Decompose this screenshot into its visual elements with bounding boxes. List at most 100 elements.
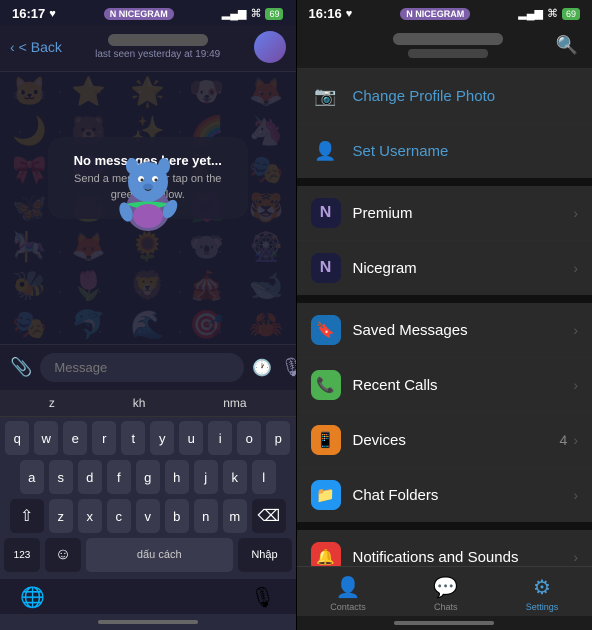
signal-right: ▂▄▆ xyxy=(518,7,543,20)
main-section: 🔖 Saved Messages › 📞 Recent Calls › 📱 De… xyxy=(297,303,592,522)
key-shift[interactable]: ⇧ xyxy=(10,499,44,533)
devices-icon: 📱 xyxy=(311,425,341,455)
key-n[interactable]: n xyxy=(194,499,218,533)
key-backspace[interactable]: ⌫ xyxy=(252,499,286,533)
devices-value: 4 xyxy=(560,432,568,448)
battery-left: 69 xyxy=(265,8,283,20)
key-i[interactable]: i xyxy=(208,421,232,455)
globe-button[interactable]: 🌐 xyxy=(20,585,45,610)
profile-name-bar xyxy=(393,33,503,45)
key-d[interactable]: d xyxy=(78,460,102,494)
time-right: 16:16 xyxy=(309,6,342,21)
settings-label: Settings xyxy=(526,602,559,612)
back-button[interactable]: ‹ < Back xyxy=(10,39,62,55)
key-row-4: 123 ☺ dấu cách Nhập xyxy=(4,538,292,572)
mic-bottom-button[interactable]: 🎙 xyxy=(250,585,275,610)
sticker-button[interactable]: 🕐 xyxy=(252,358,272,378)
key-r[interactable]: r xyxy=(92,421,116,455)
chats-icon: 💬 xyxy=(433,575,458,600)
battery-right: 69 xyxy=(562,8,580,20)
notifications-label: Notifications and Sounds xyxy=(353,549,574,566)
set-username-item[interactable]: 👤 Set Username xyxy=(297,124,592,178)
chats-label: Chats xyxy=(434,602,458,612)
gap-1 xyxy=(297,178,592,186)
gap-3 xyxy=(297,522,592,530)
tab-chats[interactable]: 💬 Chats xyxy=(433,575,458,612)
key-g[interactable]: g xyxy=(136,460,160,494)
recent-calls-item[interactable]: 📞 Recent Calls › xyxy=(297,358,592,413)
settings-scroll[interactable]: 📷 Change Profile Photo 👤 Set Username N … xyxy=(297,69,592,566)
key-c[interactable]: c xyxy=(107,499,131,533)
key-m[interactable]: m xyxy=(223,499,247,533)
key-emoji[interactable]: ☺ xyxy=(45,538,81,572)
key-w[interactable]: w xyxy=(34,421,58,455)
keyboard-suggestions: z kh nma xyxy=(0,390,296,417)
key-j[interactable]: j xyxy=(194,460,218,494)
key-y[interactable]: y xyxy=(150,421,174,455)
key-p[interactable]: p xyxy=(266,421,290,455)
key-z[interactable]: z xyxy=(49,499,73,533)
key-a[interactable]: a xyxy=(20,460,44,494)
tab-settings[interactable]: ⚙ Settings xyxy=(526,575,559,612)
key-s[interactable]: s xyxy=(49,460,73,494)
mic-button[interactable]: 🎙 xyxy=(280,357,295,378)
key-v[interactable]: v xyxy=(136,499,160,533)
saved-chevron: › xyxy=(573,322,578,338)
wifi-right: ⌘ xyxy=(547,7,558,20)
change-photo-label: Change Profile Photo xyxy=(353,88,579,105)
nicegram-chevron: › xyxy=(573,260,578,276)
saved-icon: 🔖 xyxy=(311,315,341,345)
avatar xyxy=(254,31,286,63)
key-return[interactable]: Nhập xyxy=(238,538,292,572)
tab-contacts[interactable]: 👤 Contacts xyxy=(330,575,366,612)
user-icon: 👤 xyxy=(311,136,341,166)
key-q[interactable]: q xyxy=(5,421,29,455)
last-seen: last seen yesterday at 19:49 xyxy=(62,49,254,60)
premium-label: Premium xyxy=(353,205,574,222)
sticker-character xyxy=(108,144,188,234)
saved-messages-item[interactable]: 🔖 Saved Messages › xyxy=(297,303,592,358)
nicegram-icon: N xyxy=(311,253,341,283)
calls-label: Recent Calls xyxy=(353,377,574,394)
suggestion-2[interactable]: kh xyxy=(133,396,146,410)
key-t[interactable]: t xyxy=(121,421,145,455)
key-h[interactable]: h xyxy=(165,460,189,494)
settings-section: 🔔 Notifications and Sounds › 🔒 Privacy a… xyxy=(297,530,592,566)
nicegram-item[interactable]: N Nicegram › xyxy=(297,241,592,295)
home-bar-right xyxy=(394,621,494,625)
key-o[interactable]: o xyxy=(237,421,261,455)
camera-icon: 📷 xyxy=(311,81,341,111)
key-u[interactable]: u xyxy=(179,421,203,455)
devices-item[interactable]: 📱 Devices 4 › xyxy=(297,413,592,468)
message-input[interactable] xyxy=(40,353,244,382)
home-bar-left xyxy=(98,620,198,624)
keyboard: q w e r t y u i o p a s d f g h j k l ⇧ … xyxy=(0,417,296,579)
devices-chevron: › xyxy=(573,432,578,448)
search-icon[interactable]: 🔍 xyxy=(556,35,578,56)
suggestion-1[interactable]: z xyxy=(49,396,55,410)
key-row-1: q w e r t y u i o p xyxy=(4,421,292,455)
key-k[interactable]: k xyxy=(223,460,247,494)
nicegram-label: Nicegram xyxy=(353,260,574,277)
key-e[interactable]: e xyxy=(63,421,87,455)
key-f[interactable]: f xyxy=(107,460,131,494)
key-l[interactable]: l xyxy=(252,460,276,494)
key-b[interactable]: b xyxy=(165,499,189,533)
settings-header: 🔍 xyxy=(297,25,592,69)
change-photo-item[interactable]: 📷 Change Profile Photo xyxy=(297,69,592,124)
notifications-item[interactable]: 🔔 Notifications and Sounds › xyxy=(297,530,592,566)
premium-item[interactable]: N Premium › xyxy=(297,186,592,241)
contact-name-bar xyxy=(108,34,208,46)
contacts-icon: 👤 xyxy=(336,575,361,600)
signal-left: ▂▄▆ xyxy=(222,7,247,20)
chat-folders-item[interactable]: 📁 Chat Folders › xyxy=(297,468,592,522)
key-x[interactable]: x xyxy=(78,499,102,533)
attach-button[interactable]: 📎 xyxy=(10,357,32,378)
suggestion-3[interactable]: nma xyxy=(223,396,246,410)
key-row-2: a s d f g h j k l xyxy=(4,460,292,494)
premium-chevron: › xyxy=(573,205,578,221)
key-space[interactable]: dấu cách xyxy=(86,538,233,572)
key-123[interactable]: 123 xyxy=(4,538,40,572)
home-indicator-left xyxy=(0,614,296,630)
premium-icon: N xyxy=(311,198,341,228)
